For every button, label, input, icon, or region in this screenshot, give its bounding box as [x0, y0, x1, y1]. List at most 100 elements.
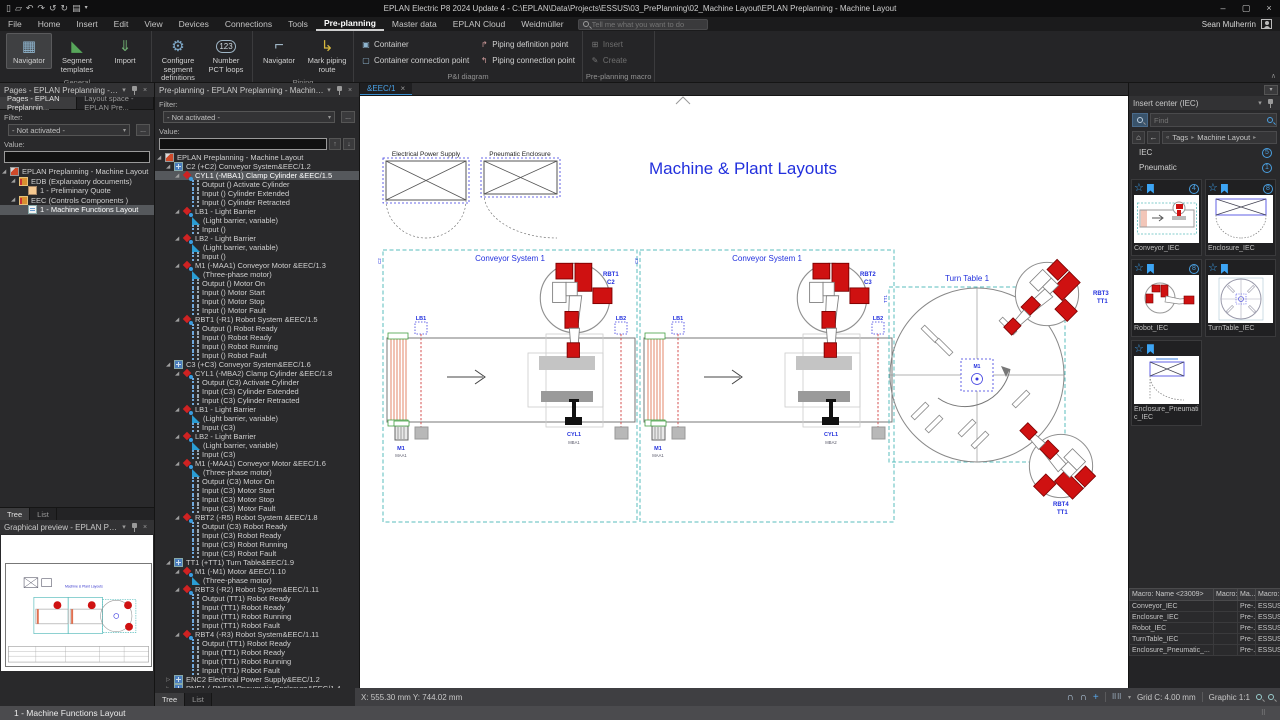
macro-col-header[interactable]: Macro:...	[1214, 589, 1238, 601]
tree-item[interactable]: (Three-phase motor)	[155, 270, 359, 279]
zoom-in-icon[interactable]	[1268, 694, 1274, 700]
collapse-icon[interactable]	[175, 587, 183, 593]
grid-icon[interactable]: ⠿⠿	[1112, 693, 1122, 701]
tree-item[interactable]: LB1 - Light Barrier	[155, 405, 359, 414]
insert-item-turntable-iec[interactable]: ☆TurnTable_IEC	[1205, 259, 1276, 336]
macro-col-header[interactable]: Macro: Name <23009>	[1130, 589, 1214, 601]
tree-item[interactable]: EDB (Explanatory documents)	[0, 177, 154, 187]
container-button[interactable]: Container	[361, 37, 469, 51]
filter-more-button[interactable]: ...	[341, 111, 355, 123]
tab-layout-space[interactable]: Layout space - EPLAN Pre...	[77, 97, 154, 109]
pin-icon[interactable]	[131, 523, 138, 532]
user-account-icon[interactable]	[1261, 19, 1272, 29]
tree-item[interactable]: Input (C3) Motor Start	[155, 486, 359, 495]
tell-me-search[interactable]	[578, 19, 708, 30]
filter-more-button[interactable]: ...	[136, 124, 150, 136]
macro-col-header[interactable]: Ma...	[1238, 589, 1256, 601]
tree-item[interactable]: ENC2 Electrical Power Supply&EEC/1.2	[155, 675, 359, 684]
expand-icon[interactable]	[166, 677, 174, 683]
value-input[interactable]	[4, 151, 150, 163]
ribbon-tab-master-data[interactable]: Master data	[384, 17, 445, 31]
tree-item[interactable]: Input (C3) Motor Fault	[155, 504, 359, 513]
tree-item[interactable]: Input () Motor Start	[155, 288, 359, 297]
close-tab-icon[interactable]: ×	[400, 84, 405, 93]
tree-item[interactable]: Input (C3) Robot Ready	[155, 531, 359, 540]
tree-item[interactable]: Output () Robot Ready	[155, 324, 359, 333]
tree-item[interactable]: Input (C3) Cylinder Extended	[155, 387, 359, 396]
tree-item[interactable]: LB1 - Light Barrier	[155, 207, 359, 216]
search-mode-button[interactable]	[1132, 113, 1148, 127]
breadcrumb-tags[interactable]: Tags	[1172, 133, 1188, 142]
insert-item-enclosure-iec[interactable]: ☆8Enclosure_IEC	[1205, 179, 1276, 256]
insert-item-conveyor-iec[interactable]: ☆4Conveyor_IEC	[1131, 179, 1202, 256]
footer-tab-tree[interactable]: Tree	[0, 508, 30, 520]
layout-grid-icon[interactable]: ⠿	[1261, 709, 1266, 717]
pin-icon[interactable]	[131, 86, 138, 95]
tree-item[interactable]: Input (TT1) Robot Fault	[155, 666, 359, 675]
ribbon-tab-edit[interactable]: Edit	[106, 17, 137, 31]
tree-item[interactable]: Output (TT1) Robot Ready	[155, 594, 359, 603]
macro-table-row[interactable]: Enclosure_Pneumatic_...Pre-...ESSUS\P...	[1130, 645, 1280, 656]
favorite-star-icon[interactable]: ☆	[1134, 183, 1144, 194]
piping-definition-point-button[interactable]: Piping definition point	[479, 37, 575, 51]
collapse-icon[interactable]	[11, 178, 19, 184]
redo-history-icon[interactable]: ↻	[61, 1, 69, 16]
insert-button[interactable]: Insert	[590, 37, 627, 51]
tree-item[interactable]: Input (C3)	[155, 450, 359, 459]
collapse-icon[interactable]	[175, 515, 183, 521]
snap-to-grid-icon[interactable]: +	[1093, 692, 1099, 703]
find-box[interactable]	[1150, 113, 1277, 127]
configure-segment-definitions-button[interactable]: Configure segment definitions	[155, 33, 201, 86]
favorite-star-icon[interactable]: ☆	[1208, 263, 1218, 274]
footer-tab-list[interactable]: List	[185, 693, 212, 706]
ribbon-tab-view[interactable]: View	[136, 17, 170, 31]
drawing-canvas[interactable]: LB1 LB2 CYL1	[360, 96, 1128, 688]
object-snap-icon[interactable]: ∩	[1066, 692, 1073, 703]
pneumatic-enclosure-symbol[interactable]: Pneumatic Enclosure	[481, 151, 560, 238]
tree-item[interactable]: C3 (+C3) Conveyor System&EEC/1.6	[155, 360, 359, 369]
collapse-ribbon-icon[interactable]: ∧	[1271, 72, 1276, 80]
tree-item[interactable]: TT1 (+TT1) Turn Table&EEC/1.9	[155, 558, 359, 567]
ribbon-tab-weidm-ller[interactable]: Weidmüller	[513, 17, 571, 31]
collapse-icon[interactable]	[175, 371, 183, 377]
tree-item[interactable]: Output (C3) Robot Ready	[155, 522, 359, 531]
grid-dropdown-icon[interactable]: ▾	[1128, 694, 1131, 701]
document-tab[interactable]: &EEC/1 ×	[360, 83, 412, 95]
import-button[interactable]: Import	[102, 33, 148, 69]
view-icon[interactable]: ▤	[72, 1, 81, 16]
tree-item[interactable]: RBT2 (-R5) Robot System &EEC/1.8	[155, 513, 359, 522]
collapse-icon[interactable]	[175, 632, 183, 638]
bookmark-tag-icon[interactable]	[1147, 184, 1154, 194]
panel-menu-icon[interactable]: ▾	[1255, 99, 1265, 107]
segment-templates-button[interactable]: Segment templates	[54, 33, 100, 77]
ribbon-tab-home[interactable]: Home	[30, 17, 69, 31]
ribbon-tab-file[interactable]: File	[0, 17, 30, 31]
panel-options-icon[interactable]: ▾	[1264, 85, 1278, 95]
tree-item[interactable]: EEC (Controls Components )	[0, 196, 154, 206]
bookmark-tag-icon[interactable]	[1221, 264, 1228, 274]
find-input[interactable]	[1154, 116, 1265, 125]
ribbon-tab-pre-planning[interactable]: Pre-planning	[316, 17, 384, 31]
tree-item[interactable]: CYL1 (-MBA2) Clamp Cylinder &EEC/1.8	[155, 369, 359, 378]
tree-item[interactable]: Input () Robot Running	[155, 342, 359, 351]
ribbon-tab-connections[interactable]: Connections	[217, 17, 280, 31]
tree-item[interactable]: Input (TT1) Robot Running	[155, 612, 359, 621]
tree-item[interactable]: Input () Cylinder Extended	[155, 189, 359, 198]
footer-tab-list[interactable]: List	[30, 508, 57, 520]
collapse-icon[interactable]	[175, 434, 183, 440]
category-pneumatic[interactable]: Pneumatic1	[1129, 160, 1280, 175]
navigator-button[interactable]: Navigator	[6, 33, 52, 69]
ribbon-tab-insert[interactable]: Insert	[68, 17, 105, 31]
number-pct-loops-button[interactable]: Number PCT loops	[203, 33, 249, 77]
macro-table-row[interactable]: Conveyor_IECPre-...ESSUS\P...	[1130, 601, 1280, 612]
tree-item[interactable]: Input (C3) Cylinder Retracted	[155, 396, 359, 405]
collapse-icon[interactable]	[175, 209, 183, 215]
collapse-icon[interactable]	[175, 173, 183, 179]
tree-item[interactable]: EPLAN Preplanning - Machine Layout	[0, 167, 154, 177]
ribbon-tab-tools[interactable]: Tools	[280, 17, 316, 31]
tree-item[interactable]: Output (C3) Activate Cylinder	[155, 378, 359, 387]
piping-connection-point-button[interactable]: Piping connection point	[479, 53, 575, 67]
collapse-icon[interactable]	[11, 197, 19, 203]
collapse-icon[interactable]	[175, 236, 183, 242]
collapse-icon[interactable]	[175, 407, 183, 413]
